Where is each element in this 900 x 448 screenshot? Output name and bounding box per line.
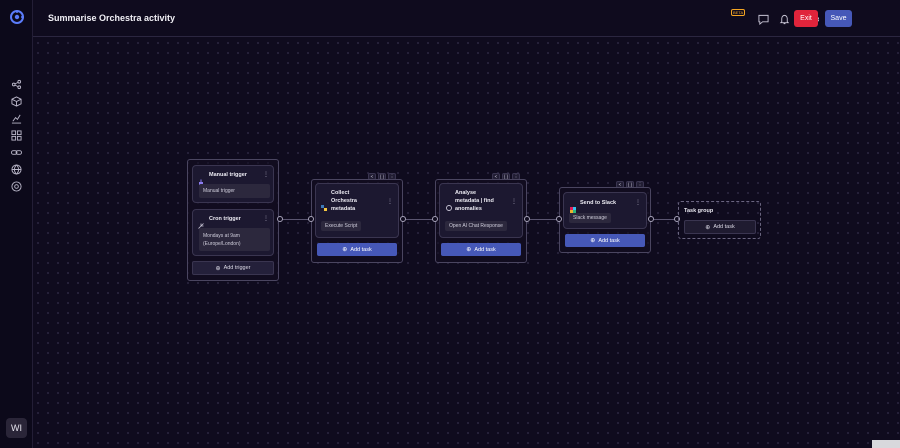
task3-menu-icon[interactable]: ⋮ bbox=[635, 200, 641, 206]
plus-circle-icon: ⊕ bbox=[590, 238, 596, 244]
plus-circle-icon: ⊕ bbox=[215, 265, 221, 272]
cron-timezone-line: (Europe/London) bbox=[203, 240, 241, 247]
task2-add-task-button[interactable]: ⊕ Add task bbox=[441, 243, 521, 256]
task2-menu-icon[interactable]: ⋮ bbox=[511, 199, 517, 205]
plus-circle-icon: ⊕ bbox=[342, 247, 348, 253]
manual-trigger-card[interactable]: Manual trigger ⋮ Manual trigger bbox=[192, 165, 274, 203]
cron-schedule-line: Mondays at 9am bbox=[203, 232, 240, 239]
slack-icon bbox=[570, 200, 576, 213]
manual-trigger-menu-icon[interactable]: ⋮ bbox=[263, 172, 269, 178]
task1-type-pill: Execute Script bbox=[321, 221, 362, 231]
edge-task2-to-task3 bbox=[530, 219, 559, 220]
orchestra-logo-icon[interactable] bbox=[9, 9, 25, 25]
chart-icon[interactable] bbox=[11, 113, 22, 124]
task-group-add-task-button[interactable]: ⊕ Add task bbox=[684, 220, 756, 234]
link-icon[interactable] bbox=[11, 147, 22, 158]
minimap[interactable] bbox=[872, 440, 900, 448]
task1-add-task-button[interactable]: ⊕ Add task bbox=[317, 243, 397, 256]
manual-trigger-title: Manual trigger bbox=[209, 172, 247, 178]
task1-title-line: Orchestra bbox=[331, 198, 357, 204]
chat-icon[interactable] bbox=[758, 14, 769, 25]
task3-input-port[interactable] bbox=[556, 216, 562, 222]
task3-title-line: Send to Slack bbox=[580, 200, 617, 206]
beta-badge: BETA bbox=[731, 9, 746, 16]
task-group[interactable]: Task group ⊕ Add task bbox=[678, 201, 761, 239]
task1-add-task-label: Add task bbox=[350, 246, 372, 253]
cron-trigger-card[interactable]: Cron trigger ⋮ Mondays at 9am (Europe/Lo… bbox=[192, 209, 274, 256]
edge-trigger-to-task1 bbox=[283, 219, 311, 220]
task1-title-line: Collect bbox=[331, 190, 350, 196]
task1-card[interactable]: Collect Orchestra metadata ⋮ Execute Scr… bbox=[315, 183, 399, 238]
task3-add-task-button[interactable]: ⊕ Add task bbox=[565, 234, 645, 247]
sidebar: WI bbox=[0, 0, 33, 448]
task3-title: Send to Slack bbox=[580, 199, 616, 207]
task2-type-pill: Open AI Chat Response bbox=[445, 221, 507, 231]
task2-card[interactable]: Analyse metadata | find anomalies ⋮ Open… bbox=[439, 183, 523, 238]
cube-icon[interactable] bbox=[11, 96, 22, 107]
task1-menu-icon[interactable]: ⋮ bbox=[387, 199, 393, 205]
openai-icon bbox=[446, 198, 452, 211]
task2-add-task-label: Add task bbox=[474, 246, 496, 253]
hand-icon bbox=[198, 172, 204, 185]
task1-title: Collect Orchestra metadata bbox=[331, 189, 357, 213]
top-header: Summarise Orchestra activity bbox=[33, 0, 900, 37]
task-group-add-task-label: Add task bbox=[713, 224, 735, 230]
task2-title-line: anomalies bbox=[455, 206, 482, 212]
globe-icon[interactable] bbox=[11, 164, 22, 175]
settings-circle-icon[interactable] bbox=[11, 181, 22, 192]
clock-icon bbox=[198, 216, 204, 229]
edge-task1-to-task2 bbox=[406, 219, 435, 220]
add-trigger-button[interactable]: ⊕ Add trigger bbox=[192, 261, 274, 275]
user-avatar[interactable]: WI bbox=[6, 418, 27, 438]
manual-trigger-value: Manual trigger bbox=[199, 184, 270, 198]
task1-title-line: metadata bbox=[331, 206, 356, 212]
task1-input-port[interactable] bbox=[308, 216, 314, 222]
cron-trigger-menu-icon[interactable]: ⋮ bbox=[263, 216, 269, 222]
task2-title-line: Analyse bbox=[455, 190, 477, 196]
task2-input-port[interactable] bbox=[432, 216, 438, 222]
add-trigger-label: Add trigger bbox=[223, 265, 251, 271]
task3-add-task-label: Add task bbox=[598, 237, 620, 244]
task-group-label: Task group bbox=[684, 208, 714, 214]
plus-circle-icon: ⊕ bbox=[705, 224, 711, 231]
grid-icon[interactable] bbox=[11, 130, 22, 141]
cron-trigger-value: Mondays at 9am (Europe/London) bbox=[199, 228, 270, 251]
exit-button[interactable]: Exit bbox=[794, 10, 818, 27]
task2-title-line: metadata | find bbox=[455, 198, 494, 204]
save-button[interactable]: Save bbox=[825, 10, 852, 27]
bell-icon[interactable] bbox=[779, 14, 790, 25]
page-title: Summarise Orchestra activity bbox=[48, 13, 176, 23]
plus-circle-icon: ⊕ bbox=[466, 247, 472, 253]
edge-task3-to-group bbox=[654, 219, 675, 220]
cron-trigger-title: Cron trigger bbox=[209, 216, 241, 222]
share-nodes-icon[interactable] bbox=[11, 79, 22, 90]
task2-title: Analyse metadata | find anomalies bbox=[455, 189, 494, 213]
python-icon bbox=[321, 198, 327, 211]
task3-card[interactable]: Send to Slack ⋮ Slack message bbox=[563, 192, 647, 229]
task3-type-pill: Slack message bbox=[569, 213, 611, 223]
